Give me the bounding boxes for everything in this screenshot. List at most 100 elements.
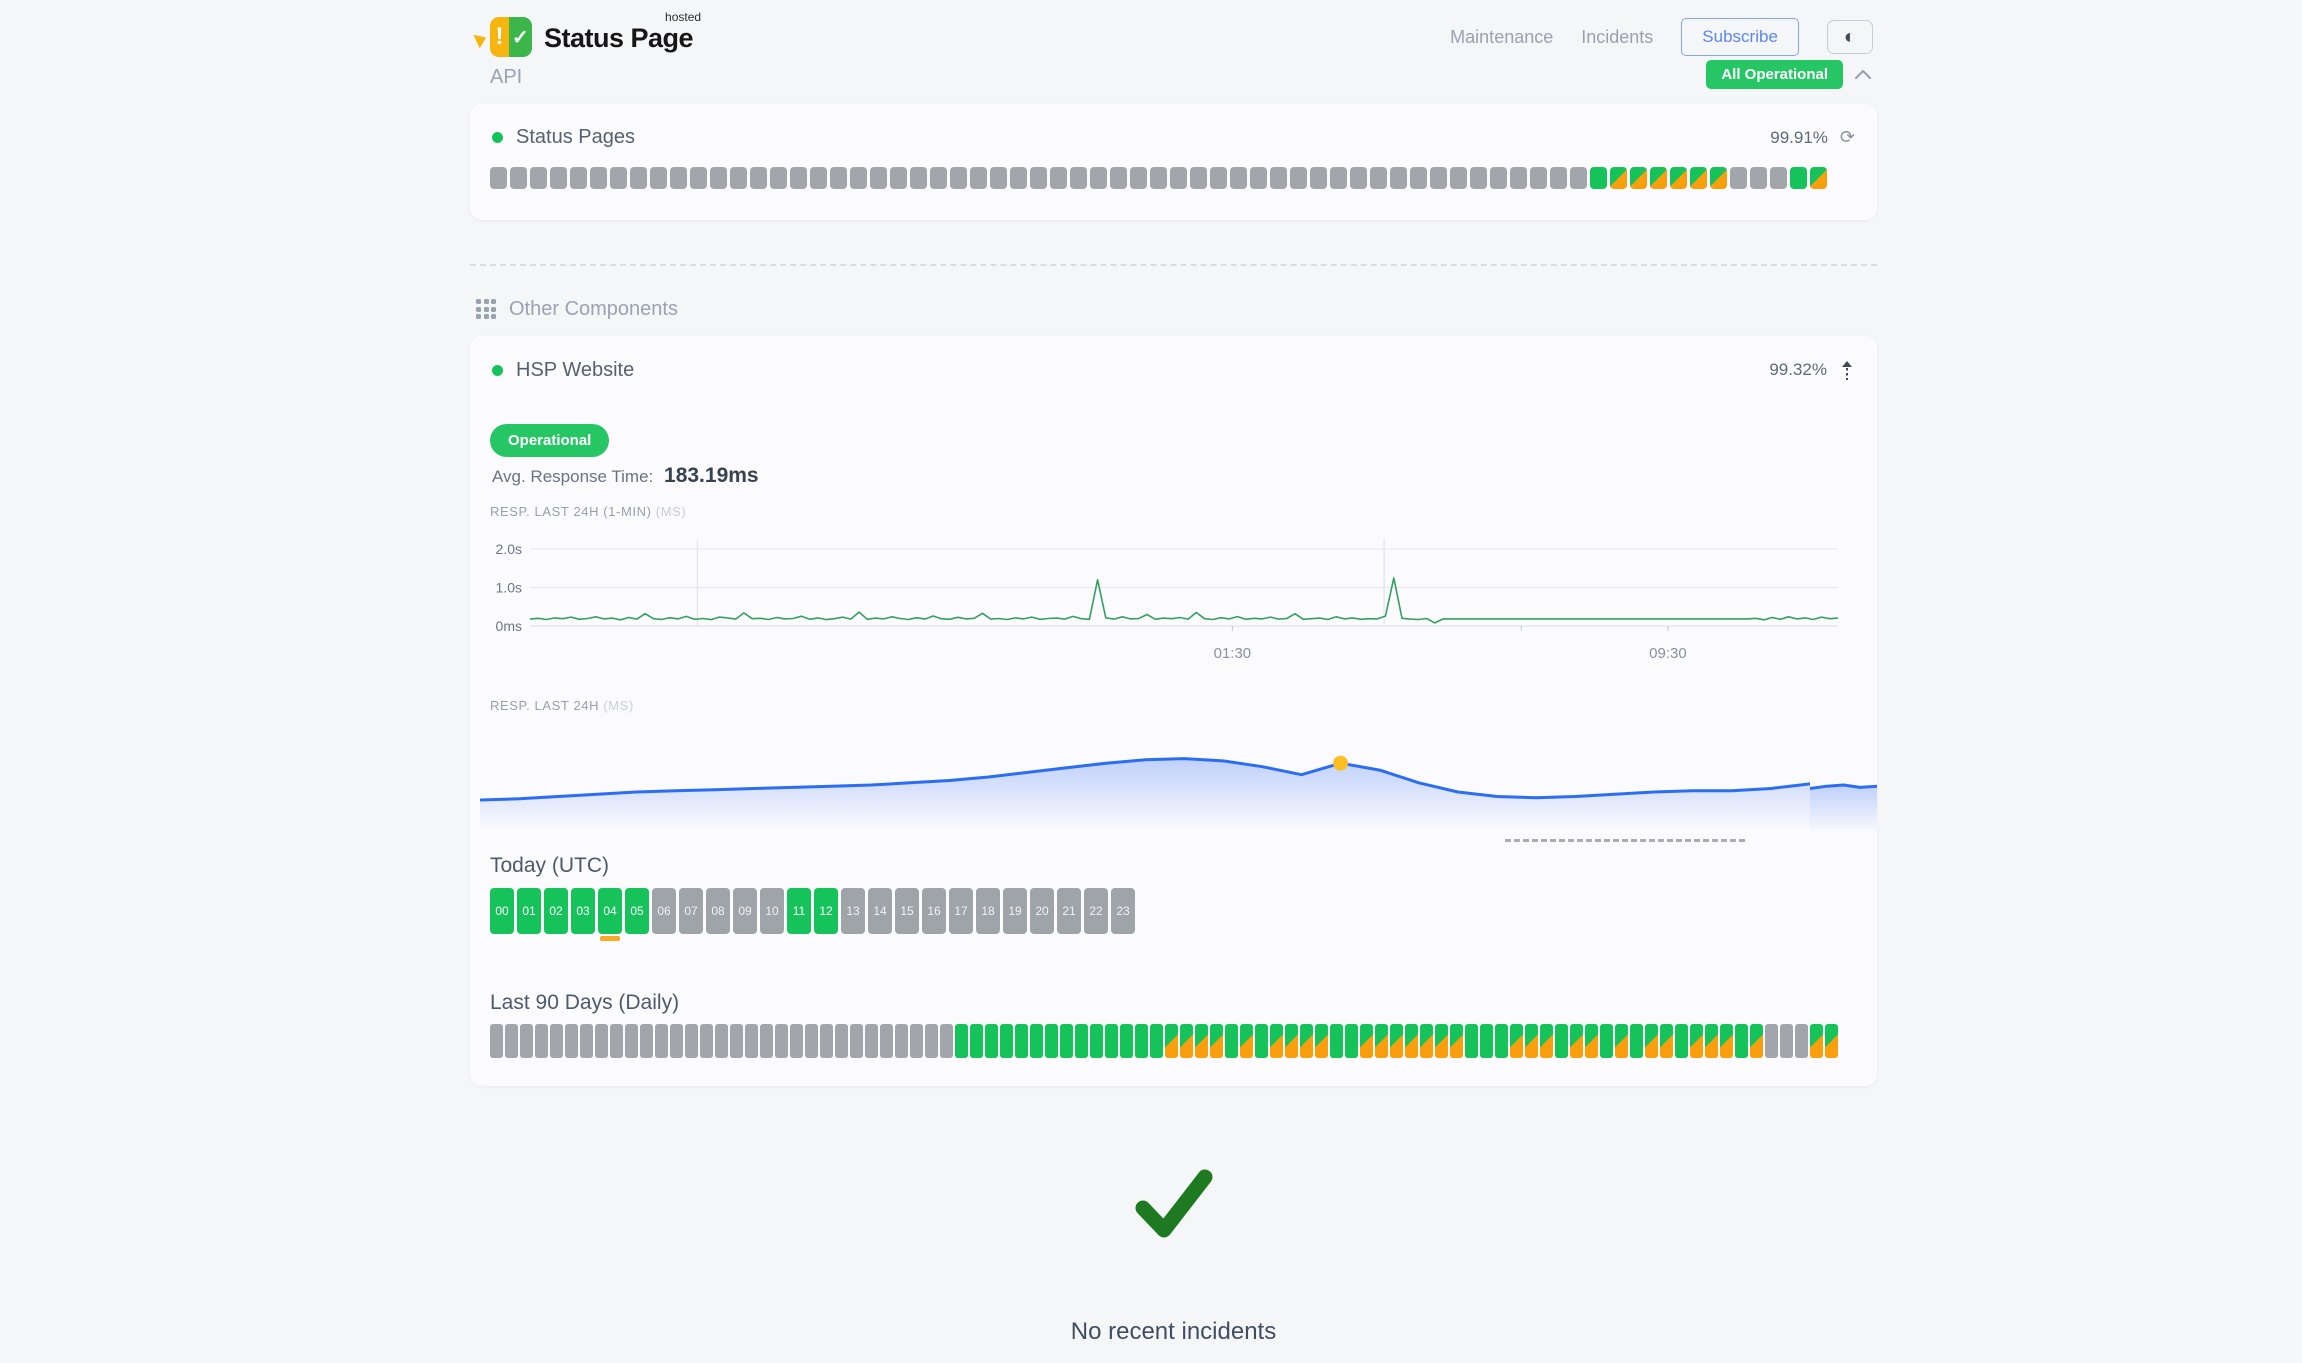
hour-block-19[interactable]: 19 (1003, 888, 1027, 934)
uptime-bar[interactable] (715, 1024, 728, 1058)
uptime-bar[interactable] (1250, 167, 1267, 189)
nav-incidents[interactable]: Incidents (1581, 27, 1653, 48)
uptime-bar[interactable] (1050, 167, 1067, 189)
uptime-bar[interactable] (1650, 167, 1667, 189)
uptime-bar[interactable] (1090, 167, 1107, 189)
hour-block-03[interactable]: 03 (571, 888, 595, 934)
uptime-bar[interactable] (550, 167, 567, 189)
uptime-bar[interactable] (835, 1024, 848, 1058)
uptime-bar[interactable] (730, 167, 747, 189)
hour-block-21[interactable]: 21 (1057, 888, 1081, 934)
uptime-bar[interactable] (1150, 167, 1167, 189)
uptime-bar[interactable] (850, 1024, 863, 1058)
uptime-bar[interactable] (1660, 1024, 1673, 1058)
uptime-bar[interactable] (910, 1024, 923, 1058)
uptime-bar[interactable] (1210, 167, 1227, 189)
uptime-bar[interactable] (1390, 1024, 1403, 1058)
uptime-bar[interactable] (850, 167, 867, 189)
uptime-bar[interactable] (1590, 167, 1607, 189)
uptime-bar[interactable] (745, 1024, 758, 1058)
hour-block-07[interactable]: 07 (679, 888, 703, 934)
uptime-bar[interactable] (1810, 1024, 1823, 1058)
uptime-bar[interactable] (630, 167, 647, 189)
uptime-bar[interactable] (1735, 1024, 1748, 1058)
uptime-bar[interactable] (730, 1024, 743, 1058)
uptime-bar[interactable] (1420, 1024, 1433, 1058)
uptime-bar[interactable] (1710, 167, 1727, 189)
uptime-bar[interactable] (1240, 1024, 1253, 1058)
uptime-bar[interactable] (595, 1024, 608, 1058)
uptime-bar[interactable] (1410, 167, 1427, 189)
chevron-up-icon[interactable] (1853, 68, 1873, 82)
uptime-bar[interactable] (1195, 1024, 1208, 1058)
uptime-bar[interactable] (1270, 1024, 1283, 1058)
uptime-bar[interactable] (530, 167, 547, 189)
uptime-bar[interactable] (1750, 167, 1767, 189)
uptime-bar[interactable] (1780, 1024, 1793, 1058)
hour-block-22[interactable]: 22 (1084, 888, 1108, 934)
uptime-bar[interactable] (1075, 1024, 1088, 1058)
uptime-bar[interactable] (1135, 1024, 1148, 1058)
uptime-bar[interactable] (1510, 167, 1527, 189)
uptime-bar[interactable] (1495, 1024, 1508, 1058)
uptime-bar[interactable] (1630, 1024, 1643, 1058)
uptime-bar[interactable] (1450, 167, 1467, 189)
hour-block-01[interactable]: 01 (517, 888, 541, 934)
uptime-bar[interactable] (610, 1024, 623, 1058)
uptime-bar[interactable] (580, 1024, 593, 1058)
uptime-bar[interactable] (1550, 167, 1567, 189)
uptime-bar[interactable] (710, 167, 727, 189)
response-line-chart[interactable]: 2.0s1.0s0ms01:3009:30 (470, 531, 1858, 671)
uptime-bar[interactable] (505, 1024, 518, 1058)
hour-block-08[interactable]: 08 (706, 888, 730, 934)
uptime-bar[interactable] (1315, 1024, 1328, 1058)
uptime-bar[interactable] (950, 167, 967, 189)
theme-toggle-button[interactable]: ◐ (1827, 20, 1873, 54)
hour-block-09[interactable]: 09 (733, 888, 757, 934)
uptime-bar[interactable] (1030, 1024, 1043, 1058)
uptime-bar[interactable] (1330, 167, 1347, 189)
uptime-bar[interactable] (510, 167, 527, 189)
uptime-bar[interactable] (1705, 1024, 1718, 1058)
hour-block-02[interactable]: 02 (544, 888, 568, 934)
uptime-bar[interactable] (1070, 167, 1087, 189)
uptime-bar[interactable] (685, 1024, 698, 1058)
uptime-bar[interactable] (925, 1024, 938, 1058)
uptime-bar[interactable] (910, 167, 927, 189)
uptime-bar[interactable] (1350, 167, 1367, 189)
hour-block-04[interactable]: 04 (598, 888, 622, 934)
uptime-bar[interactable] (1225, 1024, 1238, 1058)
uptime-bar[interactable] (830, 167, 847, 189)
uptime-bar[interactable] (1790, 167, 1807, 189)
uptime-bar[interactable] (1030, 167, 1047, 189)
uptime-bar[interactable] (985, 1024, 998, 1058)
uptime-bar[interactable] (535, 1024, 548, 1058)
uptime-bar[interactable] (1530, 167, 1547, 189)
uptime-bar[interactable] (1670, 167, 1687, 189)
uptime-bar[interactable] (1170, 167, 1187, 189)
uptime-bar[interactable] (1290, 167, 1307, 189)
uptime-bar[interactable] (1150, 1024, 1163, 1058)
uptime-bar[interactable] (1750, 1024, 1763, 1058)
all-operational-badge[interactable]: All Operational (1706, 60, 1843, 89)
uptime-bar[interactable] (700, 1024, 713, 1058)
uptime-bar[interactable] (1360, 1024, 1373, 1058)
uptime-bar[interactable] (970, 1024, 983, 1058)
uptime-bar[interactable] (1130, 167, 1147, 189)
uptime-bar[interactable] (490, 1024, 503, 1058)
nav-maintenance[interactable]: Maintenance (1450, 27, 1553, 48)
uptime-bar[interactable] (1765, 1024, 1778, 1058)
uptime-bar[interactable] (1330, 1024, 1343, 1058)
uptime-bar[interactable] (990, 167, 1007, 189)
uptime-bar[interactable] (760, 1024, 773, 1058)
uptime-bar[interactable] (870, 167, 887, 189)
hour-block-12[interactable]: 12 (814, 888, 838, 934)
uptime-bar[interactable] (1015, 1024, 1028, 1058)
uptime-bar[interactable] (1810, 167, 1827, 189)
uptime-bar[interactable] (1165, 1024, 1178, 1058)
uptime-bar[interactable] (1285, 1024, 1298, 1058)
uptime-bar[interactable] (1300, 1024, 1313, 1058)
uptime-bar[interactable] (1610, 167, 1627, 189)
uptime-bar[interactable] (970, 167, 987, 189)
uptime-bar[interactable] (1010, 167, 1027, 189)
